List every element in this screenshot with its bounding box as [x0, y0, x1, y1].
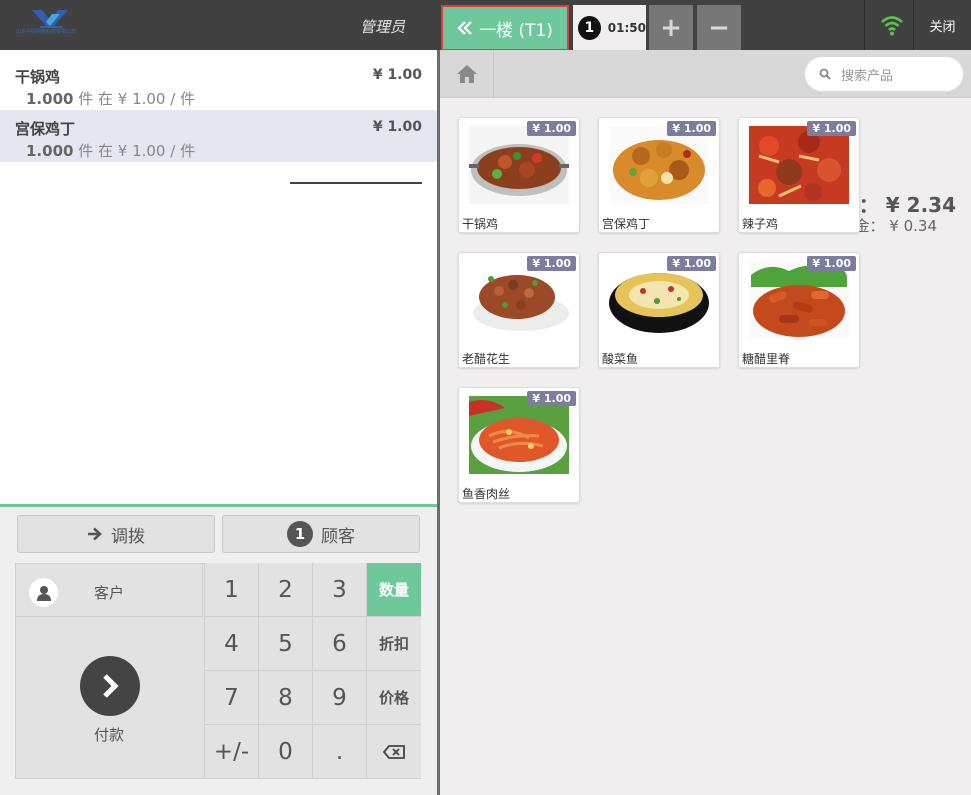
transfer-label: 调拨 — [111, 526, 145, 547]
product-name: 鱼香肉丝 — [462, 487, 511, 501]
mode-price-button[interactable]: 价格 — [366, 671, 421, 725]
product-image — [469, 126, 569, 204]
order-time: 01:50 — [607, 20, 646, 35]
backspace-icon — [383, 744, 405, 759]
product-image — [469, 396, 569, 474]
double-chevron-left-icon — [457, 21, 472, 35]
company-name: 山东中硕网络科技有限公司 — [16, 29, 77, 35]
customer-count-button[interactable]: 1 顾客 — [222, 515, 420, 553]
numpad-key-4[interactable]: 4 — [204, 617, 258, 671]
home-button[interactable] — [440, 50, 494, 98]
numpad-key-plusminus[interactable]: +/- — [204, 725, 258, 779]
customer-label: 客户 — [94, 584, 125, 602]
search-icon — [819, 68, 831, 80]
product-image — [749, 126, 849, 204]
customer-count-badge: 1 — [287, 521, 313, 547]
customer-count-label: 顾客 — [321, 526, 355, 547]
numpad-key-6[interactable]: 6 — [312, 617, 366, 671]
numpad-key-5[interactable]: 5 — [258, 617, 312, 671]
orderline-selected[interactable]: 宫保鸡丁 ¥ 1.00 1.000 件 在 ¥ 1.00 / 件 — [0, 110, 437, 162]
pane-divider — [437, 50, 440, 795]
numpad-key-8[interactable]: 8 — [258, 671, 312, 725]
backspace-button[interactable] — [366, 725, 421, 779]
product-card[interactable]: ¥ 1.00 糖醋里脊 — [738, 252, 860, 368]
product-name: 辣子鸡 — [742, 217, 779, 231]
orderline[interactable]: 干锅鸡 ¥ 1.00 1.000 件 在 ¥ 1.00 / 件 — [0, 58, 437, 110]
product-price-tag: ¥ 1.00 — [527, 256, 576, 271]
pay-button[interactable] — [80, 656, 140, 716]
numpad-key-2[interactable]: 2 — [258, 563, 312, 617]
numpad-key-9[interactable]: 9 — [312, 671, 366, 725]
orderline-name: 干锅鸡 — [15, 68, 61, 86]
numpad-key-0[interactable]: 0 — [258, 725, 312, 779]
product-name: 老醋花生 — [462, 352, 511, 366]
wifi-icon[interactable] — [880, 14, 904, 36]
product-card[interactable]: ¥ 1.00 辣子鸡 — [738, 117, 860, 233]
numpad-key-1[interactable]: 1 — [204, 563, 258, 617]
total-divider — [290, 182, 422, 184]
product-image — [469, 261, 569, 339]
pay-label: 付款 — [94, 726, 125, 744]
order-tab[interactable]: 1 01:50 — [573, 5, 646, 50]
orderline-qty: 1.000 — [26, 142, 74, 160]
product-card[interactable]: ¥ 1.00 老醋花生 — [458, 252, 580, 368]
transfer-button[interactable]: 调拨 — [17, 515, 215, 553]
floor-label: 一楼 (T1) — [479, 20, 553, 41]
product-card[interactable]: ¥ 1.00 酸菜鱼 — [598, 252, 720, 368]
home-icon — [456, 65, 477, 83]
orderline-unit-info: 件 在 ¥ 1.00 / 件 — [78, 90, 196, 108]
product-price-tag: ¥ 1.00 — [807, 256, 856, 271]
product-name: 酸菜鱼 — [602, 352, 639, 366]
orderline-unit-info: 件 在 ¥ 1.00 / 件 — [78, 142, 196, 160]
numpad-key-3[interactable]: 3 — [312, 563, 366, 617]
mode-discount-button[interactable]: 折扣 — [366, 617, 421, 671]
product-price-tag: ¥ 1.00 — [667, 256, 716, 271]
add-order-button[interactable]: + — [649, 5, 693, 50]
product-price-tag: ¥ 1.00 — [667, 121, 716, 136]
orderline-price: ¥ 1.00 — [372, 119, 422, 135]
product-price-tag: ¥ 1.00 — [527, 391, 576, 406]
orderline-price: ¥ 1.00 — [372, 67, 422, 83]
product-name: 糖醋里脊 — [742, 352, 791, 366]
user-icon — [29, 578, 58, 607]
product-card[interactable]: ¥ 1.00 鱼香肉丝 — [458, 387, 580, 503]
product-card[interactable]: ¥ 1.00 宫保鸡丁 — [598, 117, 720, 233]
product-name: 宫保鸡丁 — [602, 217, 651, 231]
separator — [864, 0, 865, 50]
close-button[interactable]: 关闭 — [914, 0, 971, 50]
user-name[interactable]: 管理员 — [360, 16, 405, 37]
orderline-info: 1.000 件 在 ¥ 1.00 / 件 — [26, 88, 195, 109]
remove-order-button[interactable]: − — [697, 5, 741, 50]
chevron-right-icon — [103, 674, 119, 698]
product-image — [749, 261, 849, 339]
orderline-info: 1.000 件 在 ¥ 1.00 / 件 — [26, 140, 195, 161]
product-name: 干锅鸡 — [462, 217, 499, 231]
product-price-tag: ¥ 1.00 — [527, 121, 576, 136]
product-image — [609, 126, 709, 204]
orderline-name: 宫保鸡丁 — [15, 120, 76, 138]
numpad-key-dot[interactable]: . — [312, 725, 366, 779]
product-card[interactable]: ¥ 1.00 干锅鸡 — [458, 117, 580, 233]
product-image — [609, 261, 709, 339]
numpad-key-7[interactable]: 7 — [204, 671, 258, 725]
product-price-tag: ¥ 1.00 — [807, 121, 856, 136]
mode-quantity-button[interactable]: 数量 — [366, 563, 421, 617]
order-number-badge: 1 — [578, 15, 601, 40]
orderline-qty: 1.000 — [26, 90, 74, 108]
search-input[interactable]: 搜索产品 — [841, 65, 893, 84]
search-box[interactable]: 搜索产品 — [805, 57, 963, 91]
arrow-right-icon — [88, 527, 102, 541]
floor-back-button[interactable]: 一楼 (T1) — [441, 5, 569, 51]
